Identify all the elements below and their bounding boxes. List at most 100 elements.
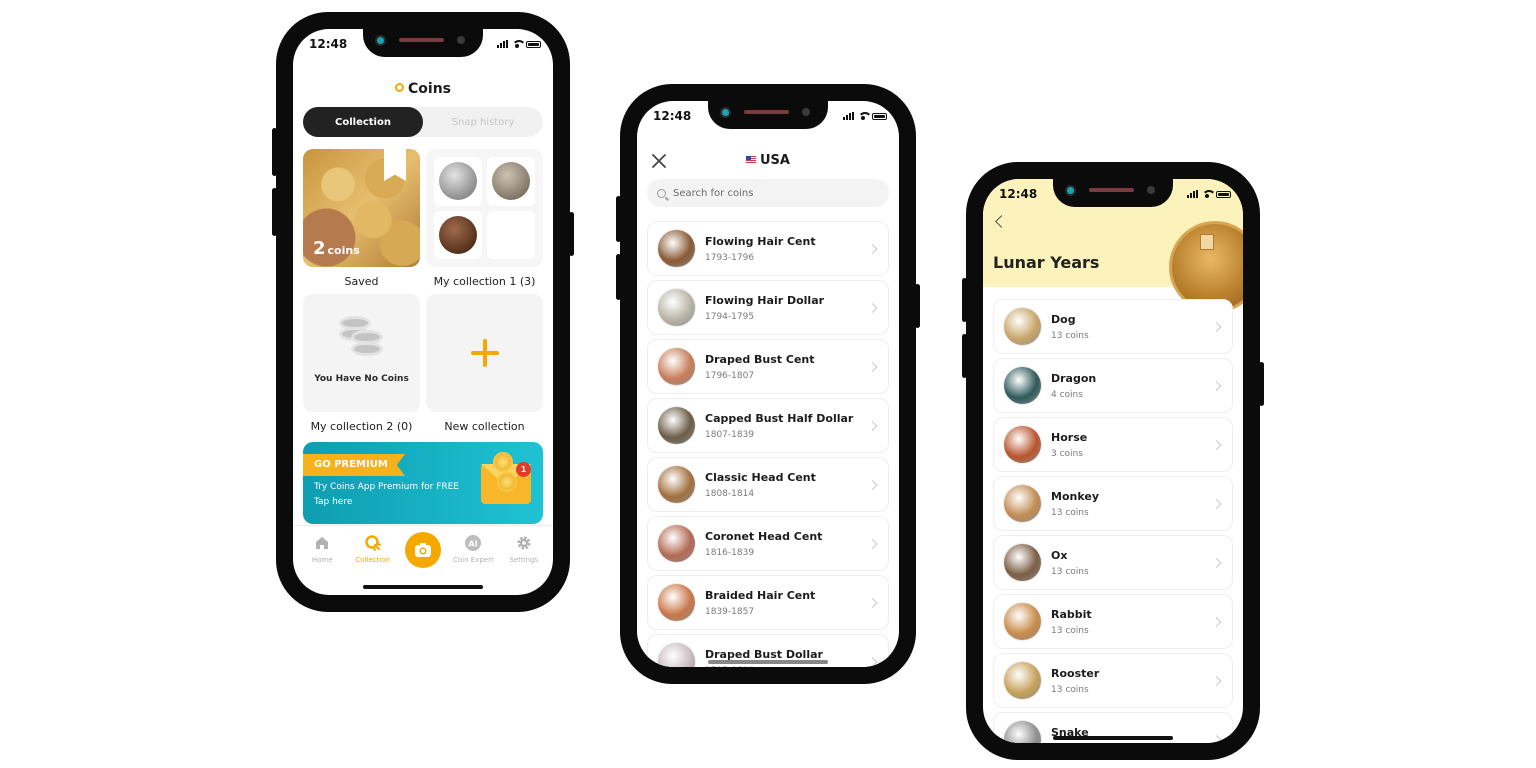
item-subtitle: 1796-1807 (705, 370, 755, 381)
stage: 12:48 Coins Collection Snap history 2 coi… (0, 0, 1536, 768)
camera-button[interactable] (404, 532, 441, 568)
collection-saved[interactable]: 2 coins Saved (303, 149, 420, 294)
chevron-right-icon (1211, 557, 1222, 568)
volume-up-button (272, 128, 277, 176)
item-subtitle: 13 coins (1051, 330, 1089, 341)
signal-icon (1187, 190, 1198, 198)
new-collection-button[interactable]: New collection (426, 294, 543, 439)
notch (1053, 179, 1173, 207)
gold-coin-icon (493, 452, 513, 472)
list-item[interactable]: Rabbit 13 coins (993, 594, 1233, 649)
coin-list: Flowing Hair Cent 1793-1796 Flowing Hair D… (647, 221, 889, 667)
tab-home[interactable]: Home (297, 534, 347, 595)
saved-count-number: 2 (313, 238, 326, 259)
power-button (915, 284, 920, 328)
item-subtitle: 1839-1857 (705, 606, 755, 617)
gold-coin-icon (497, 472, 517, 492)
coin-thumbnail (658, 289, 695, 326)
search-input[interactable] (673, 187, 853, 199)
chevron-right-icon (867, 420, 878, 431)
item-subtitle: 13 coins (1051, 684, 1089, 695)
list-item[interactable]: Coronet Head Cent 1816-1839 (647, 516, 889, 571)
list-item[interactable]: Rooster 13 coins (993, 653, 1233, 708)
search-bar[interactable] (647, 179, 889, 207)
premium-banner[interactable]: GO PREMIUM Try Coins App Premium for FRE… (303, 442, 543, 524)
coin-thumbnail (658, 407, 695, 444)
list-item[interactable]: Ox 13 coins (993, 535, 1233, 590)
camera-icon (414, 543, 431, 557)
item-title: Ox (1051, 548, 1068, 562)
collection-my-collection-2[interactable]: You Have No Coins My collection 2 (0) (303, 294, 420, 439)
volume-down-button (272, 188, 277, 236)
item-title: Monkey (1051, 489, 1099, 503)
screen: 12:48 USA Flowing Hair Cent1793-1796Flow… (637, 101, 899, 667)
status-time: 12:48 (309, 37, 348, 51)
tab-label: Coin Expert (453, 556, 494, 564)
battery-icon (1216, 190, 1231, 198)
phone-collection: 12:48 Coins Collection Snap history 2 coi… (272, 12, 574, 612)
status-time: 12:48 (653, 109, 692, 123)
item-subtitle: 13 coins (1051, 625, 1089, 636)
list-item[interactable]: Classic Head Cent 1808-1814 (647, 457, 889, 512)
coin-thumbnail (658, 643, 695, 667)
list-item[interactable]: Monkey 13 coins (993, 476, 1233, 531)
premium-ribbon: GO PREMIUM (303, 454, 405, 476)
item-title: Draped Bust Cent (705, 352, 815, 366)
volume-up-button (962, 278, 967, 322)
premium-text: Try Coins App Premium for FREE (314, 482, 459, 492)
coin-thumbnail (439, 162, 477, 201)
collection-thumbnail[interactable] (426, 149, 543, 267)
tab-settings[interactable]: Settings (499, 534, 549, 595)
collection-my-collection-1[interactable]: My collection 1 (3) (426, 149, 543, 294)
chevron-right-icon (1211, 675, 1222, 686)
tab-collection[interactable]: Collection (303, 107, 423, 137)
chevron-right-icon (867, 538, 878, 549)
item-subtitle: 4 coins (1051, 389, 1083, 400)
us-flag-icon (746, 156, 756, 163)
item-title: Draped Bust Dollar (705, 647, 823, 661)
list-item[interactable]: Flowing Hair Cent 1793-1796 (647, 221, 889, 276)
battery-icon (526, 40, 541, 48)
tab-label: Settings (509, 556, 539, 564)
list-item[interactable]: Dog 13 coins (993, 299, 1233, 354)
coin-thumbnail (658, 525, 695, 562)
item-subtitle: 3 coins (1051, 448, 1083, 459)
saved-count-unit: coins (327, 244, 360, 257)
list-item[interactable]: Dragon 4 coins (993, 358, 1233, 413)
saved-thumbnail[interactable]: 2 coins (303, 149, 420, 267)
chevron-right-icon (1211, 498, 1222, 509)
home-indicator[interactable] (363, 585, 483, 589)
list-item[interactable]: Draped Bust Cent 1796-1807 (647, 339, 889, 394)
volume-up-button (616, 196, 621, 242)
phone-lunar-years: 12:48 Lunar Years Dog 13 coins Dragon 4 coi… (962, 162, 1264, 760)
home-indicator[interactable] (708, 660, 828, 664)
item-title: Horse (1051, 430, 1088, 444)
list-item[interactable]: Braided Hair Cent 1839-1857 (647, 575, 889, 630)
battery-icon (872, 112, 887, 120)
collections-grid: 2 coins Saved My collection 1 (3) You Ha… (303, 149, 543, 439)
tab-snap-history[interactable]: Snap history (423, 107, 543, 137)
coin-thumbnail (492, 162, 530, 201)
item-title: Flowing Hair Dollar (705, 293, 825, 307)
empty-slot (487, 210, 535, 259)
home-indicator[interactable] (1053, 736, 1173, 740)
item-subtitle: 1807-1839 (705, 429, 755, 440)
chevron-right-icon (1211, 439, 1222, 450)
new-collection-tile[interactable] (426, 294, 543, 412)
coin-thumbnail (658, 466, 695, 503)
notch (363, 29, 483, 57)
list-item[interactable]: Horse 3 coins (993, 417, 1233, 472)
coin-thumbnail (1004, 544, 1041, 581)
screen: 12:48 Lunar Years Dog 13 coins Dragon 4 coi… (983, 179, 1243, 743)
list-item[interactable]: Flowing Hair Dollar 1794-1795 (647, 280, 889, 335)
page-title: Coins (293, 81, 553, 97)
page-title: USA (637, 153, 899, 168)
wifi-icon (858, 112, 872, 120)
list-item[interactable]: Capped Bust Half Dollar 1807-1839 (647, 398, 889, 453)
collection-thumbnail[interactable]: You Have No Coins (303, 294, 420, 412)
item-title: Capped Bust Half Dollar (705, 411, 854, 425)
page-title: Lunar Years (993, 253, 1100, 272)
home-icon (313, 534, 331, 552)
coin-thumbnail (658, 348, 695, 385)
collection-label: Saved (344, 275, 379, 288)
